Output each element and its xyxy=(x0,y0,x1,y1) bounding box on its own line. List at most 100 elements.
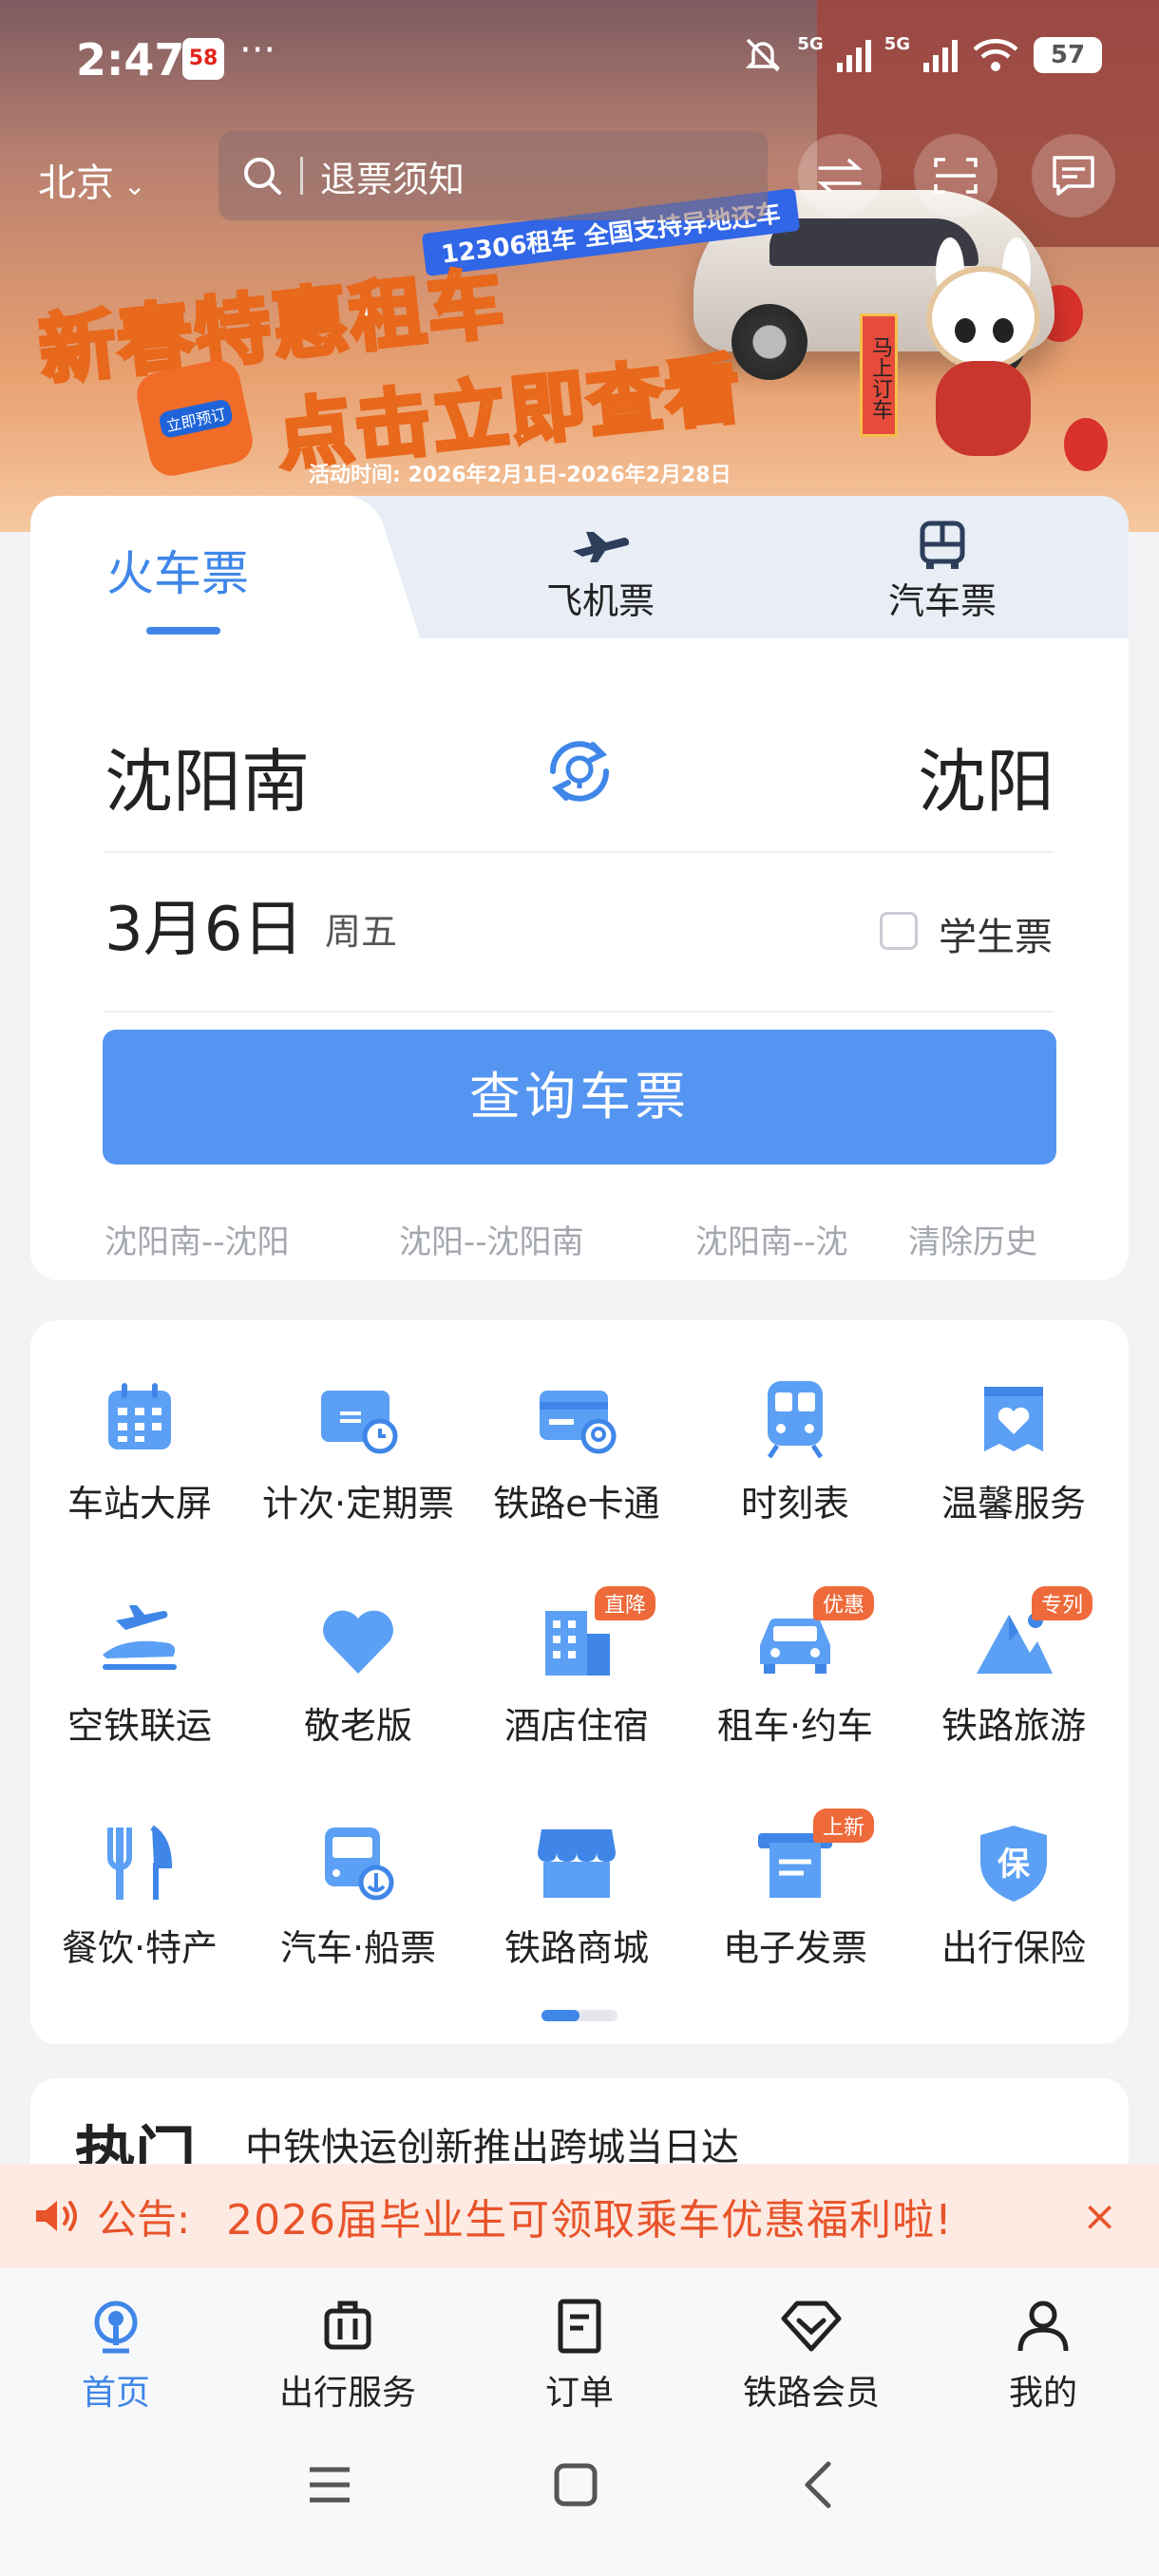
nav-profile[interactable]: 我的 xyxy=(948,2293,1138,2415)
divider xyxy=(104,1011,1054,1013)
user-icon xyxy=(1017,2301,1069,2352)
swap-station-icon[interactable] xyxy=(540,731,619,811)
search-icon xyxy=(244,158,281,195)
service-railway-travel[interactable]: 专列 铁路旅游 xyxy=(904,1586,1123,1749)
service-label: 出行保险 xyxy=(940,1927,1086,1969)
history-item[interactable]: 沈阳南--沈阳 xyxy=(104,1216,290,1262)
home-rail-icon xyxy=(94,2301,138,2354)
service-label: 铁路商城 xyxy=(504,1927,649,1969)
message-button[interactable] xyxy=(1032,134,1115,218)
nav-orders[interactable]: 订单 xyxy=(484,2293,674,2415)
history-item[interactable]: 沈阳南--沈 xyxy=(695,1216,885,1262)
history-item[interactable]: 沈阳--沈阳南 xyxy=(399,1216,584,1262)
service-insurance[interactable]: 保 出行保险 xyxy=(904,1820,1123,1971)
service-label: 铁路e卡通 xyxy=(493,1483,660,1525)
luggage-icon xyxy=(324,2301,371,2350)
service-badge: 优惠 xyxy=(812,1586,874,1620)
hand-tap-icon: 立即预订 xyxy=(132,355,257,481)
search-input[interactable]: 退票须知 xyxy=(218,131,768,220)
nav-home[interactable]: 首页 xyxy=(21,2293,211,2415)
tab-train-label[interactable]: 火车票 xyxy=(106,536,249,604)
service-timetable[interactable]: 时刻表 xyxy=(686,1375,904,1526)
to-station[interactable]: 沈阳 xyxy=(918,726,1054,825)
city-label: 北京 xyxy=(38,161,114,205)
scan-button[interactable] xyxy=(914,134,998,218)
train-icon xyxy=(767,1381,824,1459)
nav-travel-services[interactable]: 出行服务 xyxy=(253,2293,443,2415)
service-badge: 直降 xyxy=(594,1586,656,1620)
tab-flight-label: 飞机票 xyxy=(545,580,655,622)
service-bus-boat[interactable]: 汽车·船票 xyxy=(249,1820,467,1971)
service-elderly[interactable]: 敬老版 xyxy=(249,1598,467,1749)
service-label: 餐饮·特产 xyxy=(61,1927,218,1969)
battery-indicator: 57 xyxy=(1034,37,1102,73)
calendar-icon xyxy=(108,1383,171,1449)
service-label: 电子发票 xyxy=(722,1927,867,1969)
service-label: 温馨服务 xyxy=(940,1483,1086,1525)
service-label: 计次·定期票 xyxy=(261,1483,455,1525)
nav-label: 订单 xyxy=(544,2374,614,2413)
app-58-icon: 58 xyxy=(182,38,224,80)
service-car-rental[interactable]: 优惠 租车·约车 xyxy=(686,1586,904,1749)
service-label: 租车·约车 xyxy=(716,1705,874,1747)
switch-button[interactable] xyxy=(798,134,882,218)
home-square-icon[interactable] xyxy=(553,2462,598,2508)
shop-icon xyxy=(538,1829,616,1898)
bottom-nav: 首页 出行服务 订单 铁路会员 我的 xyxy=(0,2268,1159,2420)
service-label: 敬老版 xyxy=(303,1705,412,1747)
service-label: 车站大屏 xyxy=(66,1483,212,1525)
message-icon xyxy=(1053,156,1094,196)
student-ticket-checkbox[interactable] xyxy=(880,912,918,950)
swap-arrows-icon xyxy=(817,159,863,193)
services-pager xyxy=(542,2010,618,2021)
svg-text:保: 保 xyxy=(998,1846,1031,1884)
announcement-message[interactable]: 2026届毕业生可领取乘车优惠福利啦! xyxy=(226,2186,953,2246)
lantern-decoration xyxy=(1064,418,1108,471)
service-mall[interactable]: 铁路商城 xyxy=(467,1820,686,1971)
announcement-label: 公告: xyxy=(97,2195,191,2243)
service-hotel[interactable]: 直降 酒店住宿 xyxy=(467,1586,686,1749)
signal-icon xyxy=(923,38,958,72)
service-dining[interactable]: 餐饮·特产 xyxy=(30,1820,249,1971)
service-air-rail[interactable]: 空铁联运 xyxy=(30,1598,249,1749)
plane-train-icon xyxy=(103,1605,177,1670)
search-tickets-button[interactable]: 查询车票 xyxy=(103,1030,1056,1165)
service-label: 汽车·船票 xyxy=(279,1927,437,1969)
back-icon[interactable] xyxy=(800,2460,838,2510)
signal-5g-label: 5G xyxy=(884,34,910,54)
clear-history-button[interactable]: 清除历史 xyxy=(908,1216,1037,1262)
divider xyxy=(104,851,1054,853)
status-time: 2:47 xyxy=(76,34,185,85)
ticket-card: 火车票 飞机票 汽车票 沈阳南 沈阳 3月6日 周五 学生票 查询车票 沈阳南-… xyxy=(30,496,1129,1280)
service-label: 酒店住宿 xyxy=(504,1705,649,1747)
airplane-icon xyxy=(573,532,629,562)
service-label: 铁路旅游 xyxy=(940,1705,1086,1747)
nav-membership[interactable]: 铁路会员 xyxy=(716,2293,906,2415)
tab-flight[interactable]: 飞机票 xyxy=(505,519,695,624)
service-station-screen[interactable]: 车站大屏 xyxy=(30,1375,249,1526)
travel-weekday: 周五 xyxy=(325,911,398,953)
travel-date[interactable]: 3月6日 xyxy=(104,881,303,968)
tab-bus[interactable]: 汽车票 xyxy=(847,519,1037,624)
service-badge: 专列 xyxy=(1031,1586,1092,1620)
insurance-icon: 保 xyxy=(980,1826,1047,1902)
more-dots: ··· xyxy=(239,28,276,72)
city-selector[interactable]: 北京 ⌄ xyxy=(38,152,145,207)
mute-bell-icon xyxy=(746,38,781,72)
sign-text: 马上订车 xyxy=(860,313,898,437)
bus-tab-icon xyxy=(920,521,965,569)
scan-icon xyxy=(934,158,978,194)
tab-underline xyxy=(146,627,220,635)
dining-icon xyxy=(107,1825,173,1900)
menu-icon[interactable] xyxy=(306,2464,353,2506)
service-e-invoice[interactable]: 上新 电子发票 xyxy=(686,1809,904,1971)
close-icon[interactable]: × xyxy=(1082,2192,1117,2241)
announcement-bar[interactable]: 公告: 2026届毕业生可领取乘车优惠福利啦! × xyxy=(0,2164,1159,2268)
system-nav-bar xyxy=(0,2420,1159,2576)
service-periodic-ticket[interactable]: 计次·定期票 xyxy=(249,1375,467,1526)
hand-label: 立即预订 xyxy=(158,398,235,440)
from-station[interactable]: 沈阳南 xyxy=(104,726,310,825)
student-ticket-label[interactable]: 学生票 xyxy=(939,906,1053,961)
service-care[interactable]: 温馨服务 xyxy=(904,1375,1123,1526)
service-ecard[interactable]: 铁路e卡通 xyxy=(467,1375,686,1526)
